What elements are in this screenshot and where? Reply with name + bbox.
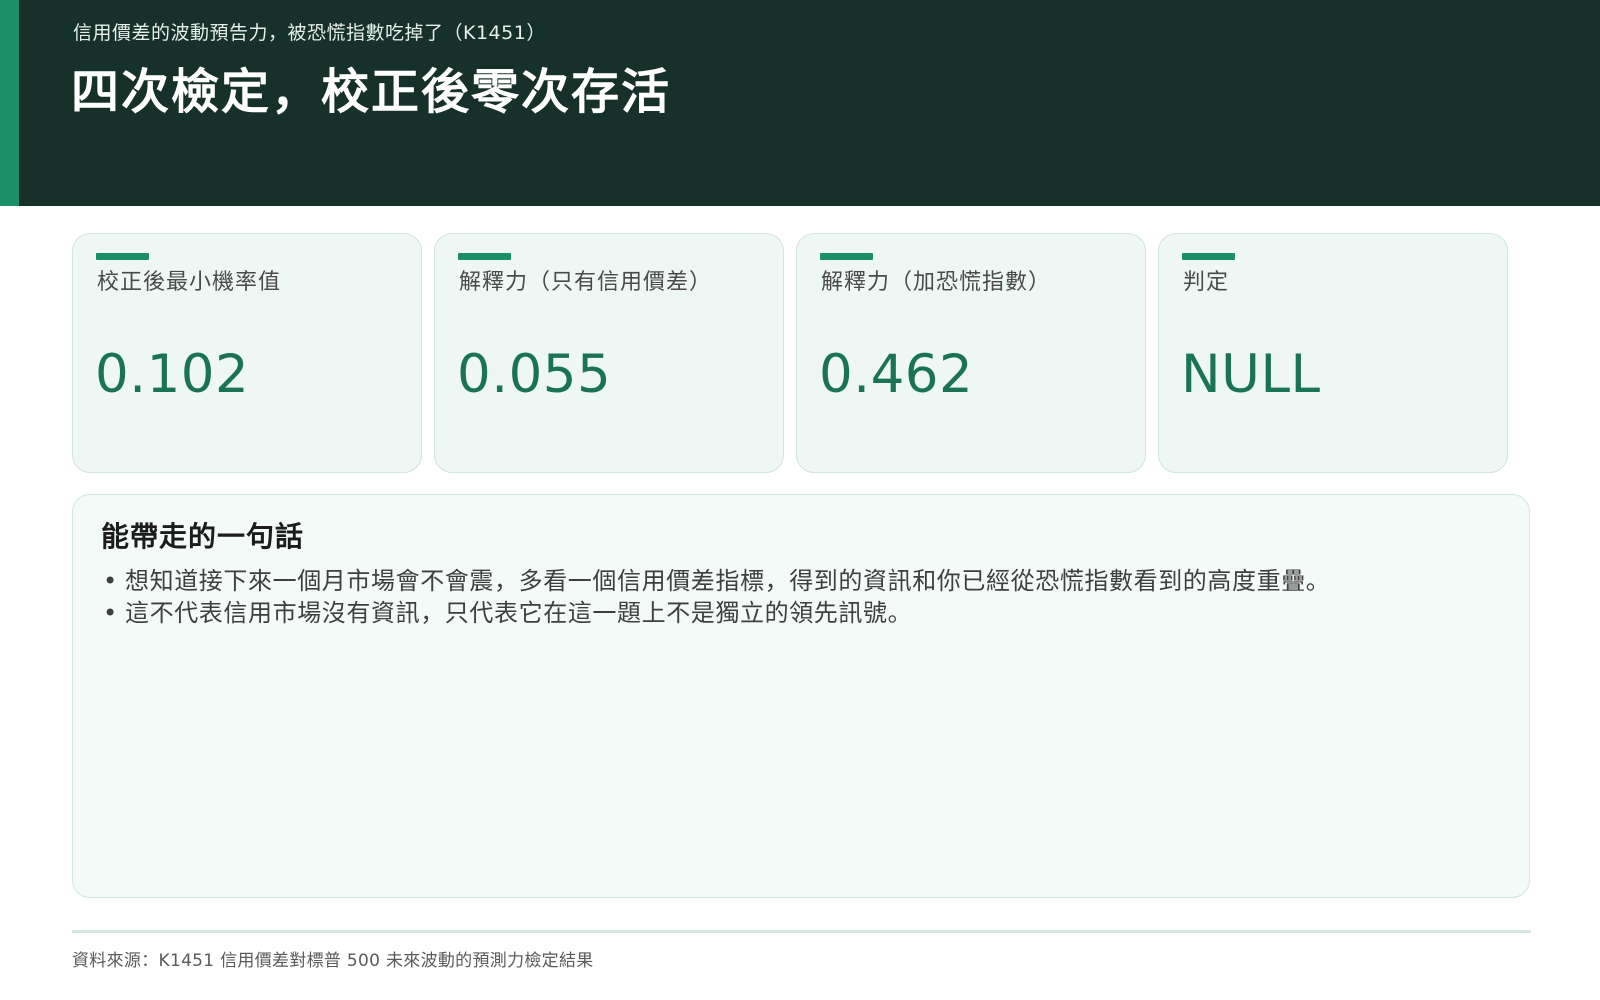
card-accent-bar: [96, 253, 149, 260]
footer-divider: [72, 930, 1531, 933]
banner-kicker: 信用價差的波動預告力，被恐慌指數吃掉了（K1451）: [73, 22, 546, 44]
metric-value: 0.102: [95, 344, 250, 405]
list-item-text: 想知道接下來一個月市場會不會震，多看一個信用價差指標，得到的資訊和你已經從恐慌指…: [125, 567, 1331, 595]
list-item: • 想知道接下來一個月市場會不會震，多看一個信用價差指標，得到的資訊和你已經從恐慌…: [103, 565, 1330, 597]
metric-card-min-adjusted-p: 校正後最小機率值 0.102: [72, 233, 422, 473]
metric-value: 0.462: [819, 344, 974, 405]
metric-label: 判定: [1183, 270, 1230, 295]
metric-value: NULL: [1181, 344, 1321, 405]
list-item-text: 這不代表信用市場沒有資訊，只代表它在這一題上不是獨立的領先訊號。: [125, 599, 913, 627]
metric-label: 解釋力（只有信用價差）: [459, 270, 713, 295]
card-accent-bar: [820, 253, 873, 260]
metric-value: 0.055: [457, 344, 612, 405]
card-accent-bar: [458, 253, 511, 260]
takeaway-list: • 想知道接下來一個月市場會不會震，多看一個信用價差指標，得到的資訊和你已經從恐慌…: [103, 565, 1330, 629]
metric-card-r2-with-vix: 解釋力（加恐慌指數） 0.462: [796, 233, 1146, 473]
takeaway-panel: 能帶走的一句話 • 想知道接下來一個月市場會不會震，多看一個信用價差指標，得到的資…: [72, 494, 1530, 898]
card-accent-bar: [1182, 253, 1235, 260]
bullet-icon: •: [103, 567, 118, 595]
page-title: 四次檢定，校正後零次存活: [71, 64, 672, 120]
source-note: 資料來源：K1451 信用價差對標普 500 未來波動的預測力檢定結果: [72, 951, 594, 971]
metric-cards: 校正後最小機率值 0.102 解釋力（只有信用價差） 0.055 解釋力（加恐慌…: [72, 233, 1529, 473]
metric-card-verdict: 判定 NULL: [1158, 233, 1508, 473]
metric-card-r2-credit-only: 解釋力（只有信用價差） 0.055: [434, 233, 784, 473]
bullet-icon: •: [103, 599, 118, 627]
metric-label: 校正後最小機率值: [97, 270, 282, 295]
list-item: • 這不代表信用市場沒有資訊，只代表它在這一題上不是獨立的領先訊號。: [103, 597, 1330, 629]
takeaway-title: 能帶走的一句話: [101, 520, 305, 553]
banner-accent-stripe: [0, 0, 19, 206]
metric-label: 解釋力（加恐慌指數）: [821, 270, 1052, 295]
title-banner: 信用價差的波動預告力，被恐慌指數吃掉了（K1451） 四次檢定，校正後零次存活: [0, 0, 1600, 206]
